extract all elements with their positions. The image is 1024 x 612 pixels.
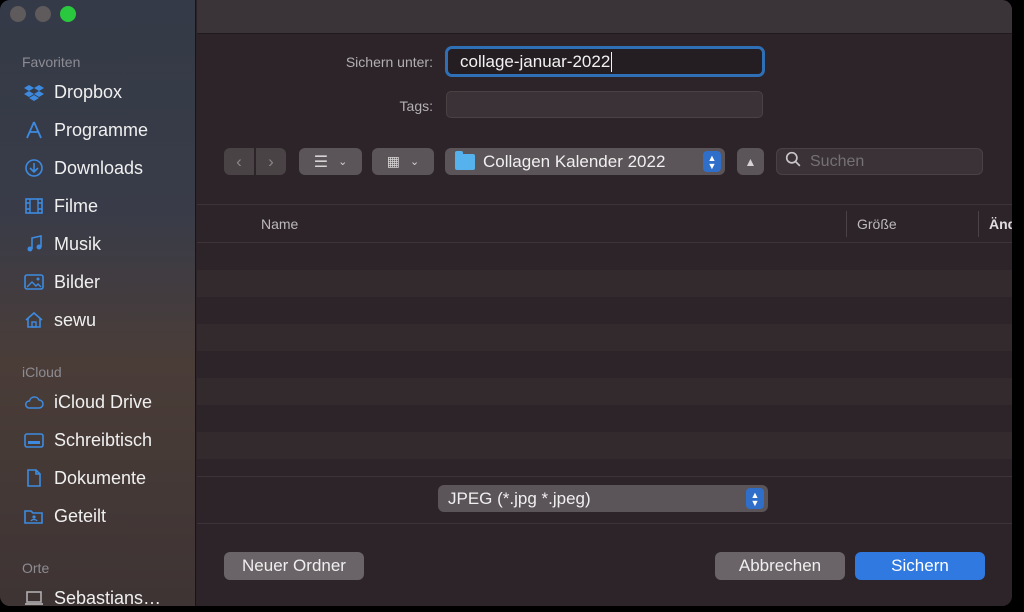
location-popup[interactable]: Collagen Kalender 2022 ▲ ▼ (445, 148, 725, 175)
sidebar-item-label: Dropbox (54, 81, 123, 102)
applications-icon (22, 119, 46, 141)
dropbox-icon (22, 81, 46, 103)
column-modified[interactable]: Änd (989, 216, 1012, 232)
save-as-input[interactable]: collage-januar-2022 (445, 46, 765, 77)
sidebar-item-label: Programme (54, 119, 149, 140)
list-row-empty (197, 270, 1012, 297)
list-view-button[interactable]: ☰ ⌄ (299, 148, 362, 175)
grid-icon: ▦ (386, 153, 400, 169)
sidebar-item-label: Dokumente (54, 467, 147, 488)
forward-button[interactable]: › (256, 148, 286, 175)
chevron-down-icon: ⌄ (338, 156, 348, 168)
back-button[interactable]: ‹ (224, 148, 254, 175)
file-format-select[interactable]: JPEG (*.jpg *.jpeg) ▲ ▼ (438, 485, 768, 512)
save-as-value: collage-januar-2022 (460, 51, 611, 71)
traffic-lights (10, 6, 76, 22)
sidebar-item-downloads[interactable]: Downloads (22, 153, 192, 183)
list-icon: ☰ (313, 153, 329, 171)
list-row-empty (197, 243, 1012, 270)
search-input[interactable] (810, 152, 980, 171)
sidebar-item-filme[interactable]: Filme (22, 191, 192, 221)
column-name[interactable]: Name (261, 216, 298, 232)
sidebar-item-label: sewu (54, 309, 97, 330)
file-format-value: JPEG (*.jpg *.jpeg) (448, 488, 591, 508)
file-list: Name Größe Änd (197, 204, 1012, 476)
sidebar-item-geteilt[interactable]: Geteilt (22, 501, 192, 531)
downloads-icon (22, 157, 46, 179)
new-folder-button[interactable]: Neuer Ordner (224, 552, 364, 580)
location-label: Collagen Kalender 2022 (483, 151, 666, 171)
sidebar-item-label: Filme (54, 195, 98, 216)
tags-label: Tags: (399, 98, 433, 114)
sidebar-item-label: Geteilt (54, 505, 107, 526)
sidebar-item-programme[interactable]: Programme (22, 115, 192, 145)
close-button[interactable] (10, 6, 26, 22)
sidebar-item-label: Downloads (54, 157, 144, 178)
list-row-empty (197, 324, 1012, 351)
updown-chevron-icon: ▲ ▼ (703, 151, 721, 172)
chevron-left-icon: ‹ (236, 151, 242, 171)
home-icon (22, 309, 46, 331)
save-dialog-window: Favoriten Dropbox Programme Downloads Fi… (0, 0, 1012, 606)
grid-view-button[interactable]: ▦ ⌄ (372, 148, 434, 175)
chevron-up-icon: ▲ (744, 154, 757, 169)
search-field[interactable] (776, 148, 983, 175)
chevron-right-icon: › (268, 151, 274, 171)
sidebar-item-dropbox[interactable]: Dropbox (22, 77, 192, 107)
minimize-button[interactable] (35, 6, 51, 22)
cloud-icon (22, 391, 46, 413)
list-row-empty (197, 351, 1012, 378)
sidebar: Favoriten Dropbox Programme Downloads Fi… (0, 0, 196, 606)
sidebar-item-label: iCloud Drive (54, 391, 153, 412)
expand-collapse-button[interactable]: ▲ (737, 148, 764, 175)
save-as-label: Sichern unter: (345, 54, 433, 70)
sidebar-item-label: Schreibtisch (54, 429, 153, 450)
music-icon (22, 233, 46, 255)
history-nav: ‹ › (224, 148, 286, 175)
sidebar-item-label: Musik (54, 233, 102, 254)
column-size[interactable]: Größe (857, 216, 897, 232)
format-bar: JPEG (*.jpg *.jpeg) ▲ ▼ (197, 476, 1012, 524)
sidebar-item-sewu[interactable]: sewu (22, 305, 192, 335)
shared-folder-icon (22, 505, 46, 527)
updown-chevron-icon: ▲ ▼ (746, 488, 764, 509)
desktop-icon (22, 429, 46, 451)
title-bar (197, 0, 1012, 34)
document-icon (22, 467, 46, 489)
file-list-header: Name Größe Änd (197, 205, 1012, 243)
sidebar-item-bilder[interactable]: Bilder (22, 267, 192, 297)
text-caret (611, 51, 613, 72)
sidebar-section-orte: Orte (22, 560, 50, 576)
zoom-button[interactable] (60, 6, 76, 22)
sidebar-item-dokumente[interactable]: Dokumente (22, 463, 192, 493)
tags-input[interactable] (446, 91, 763, 118)
sidebar-item-sebastians[interactable]: Sebastians… (22, 583, 192, 606)
column-divider (846, 211, 847, 237)
chevron-down-icon: ⌄ (410, 156, 420, 168)
list-row-empty (197, 297, 1012, 324)
folder-icon (455, 150, 475, 170)
list-row-empty (197, 405, 1012, 432)
photos-icon (22, 271, 46, 293)
sidebar-item-icloud-drive[interactable]: iCloud Drive (22, 387, 192, 417)
save-button[interactable]: Sichern (855, 552, 985, 580)
laptop-icon (22, 587, 46, 606)
list-row-empty (197, 432, 1012, 459)
column-divider (978, 211, 979, 237)
sidebar-item-label: Sebastians… (54, 587, 162, 607)
sidebar-item-musik[interactable]: Musik (22, 229, 192, 259)
sidebar-section-icloud: iCloud (22, 364, 62, 380)
main-panel: Sichern unter: collage-januar-2022 Tags:… (197, 0, 1012, 606)
sidebar-item-schreibtisch[interactable]: Schreibtisch (22, 425, 192, 455)
cancel-button[interactable]: Abbrechen (715, 552, 845, 580)
film-icon (22, 195, 46, 217)
list-row-empty (197, 378, 1012, 405)
sidebar-section-favorites: Favoriten (22, 54, 81, 70)
search-icon (785, 151, 802, 173)
sidebar-item-label: Bilder (54, 271, 101, 292)
